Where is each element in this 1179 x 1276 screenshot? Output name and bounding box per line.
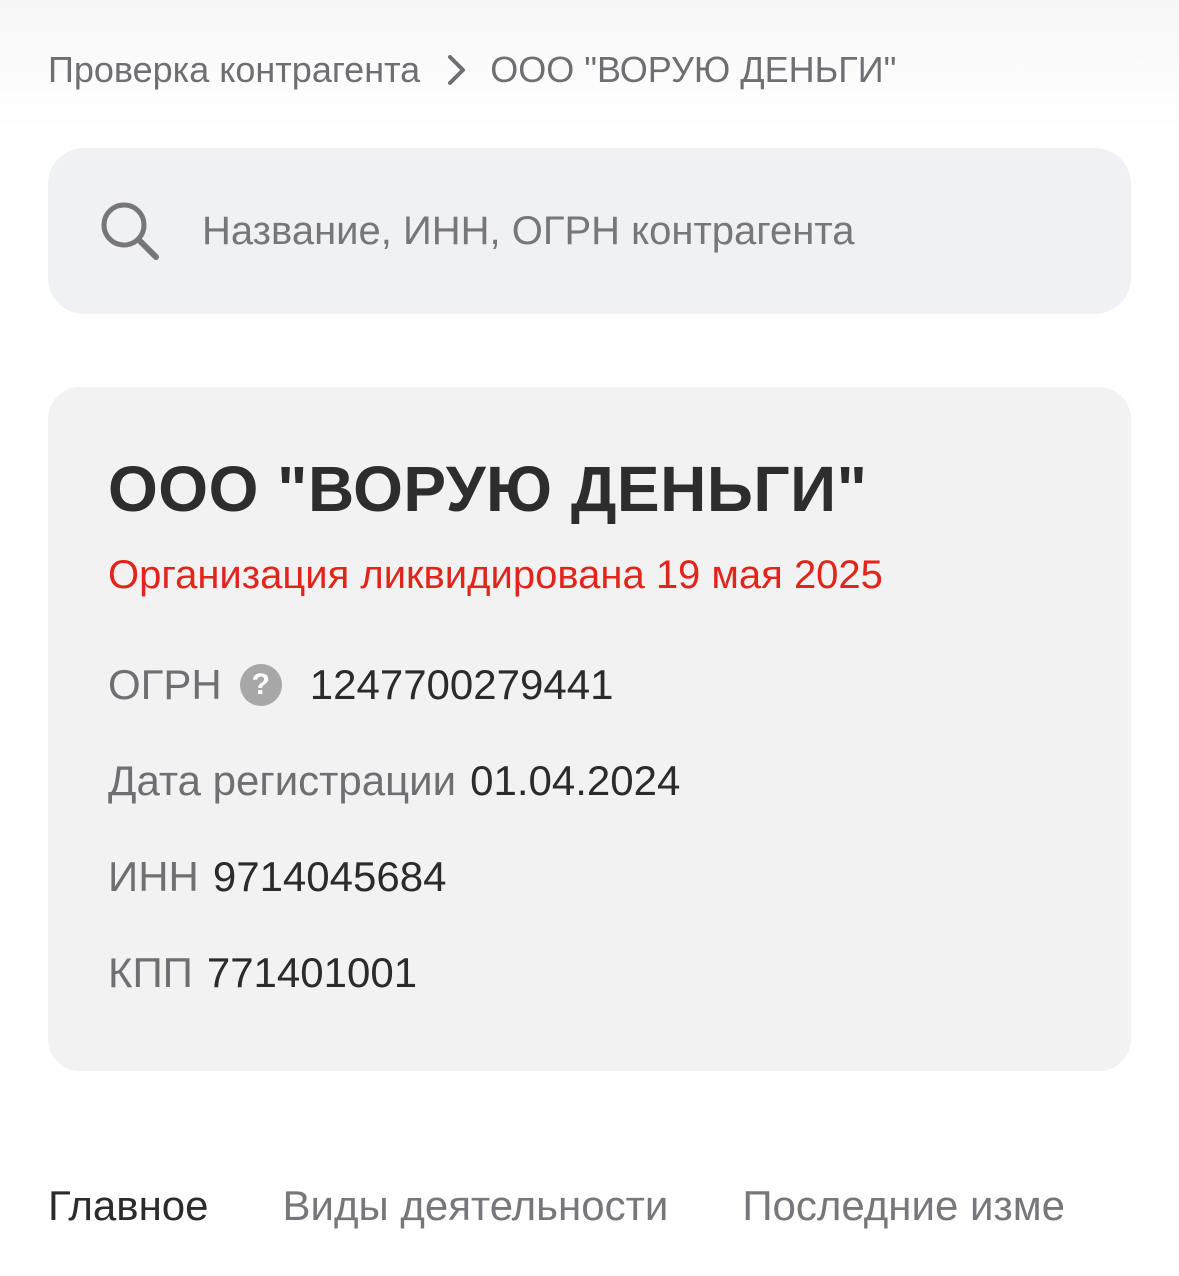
tab-bar: Главное Виды деятельности Последние изме [48,1176,1179,1236]
company-card: ООО "ВОРУЮ ДЕНЬГИ" Организация ликвидиро… [48,387,1131,1071]
chevron-right-icon [446,53,468,87]
inn-label: ИНН [108,853,199,900]
help-icon[interactable]: ? [239,664,282,706]
liquidation-status: Организация ликвидирована 19 мая 2025 [108,553,883,597]
tab-activities[interactable]: Виды деятельности [282,1182,668,1230]
inn-value: 9714045684 [212,853,447,900]
company-name: ООО "ВОРУЮ ДЕНЬГИ" [108,453,868,525]
search-bar[interactable] [48,148,1131,314]
page: Проверка контрагента ООО "ВОРУЮ ДЕНЬГИ" … [0,0,1179,1276]
registration-date-row: Дата регистрации 01.04.2024 [108,757,680,805]
breadcrumb-link-check-counterparty[interactable]: Проверка контрагента [48,49,420,91]
breadcrumb-current: ООО "ВОРУЮ ДЕНЬГИ" [490,49,897,90]
registration-date-label: Дата регистрации [108,757,457,804]
ogrn-value: 1247700279441 [309,661,614,708]
tab-main[interactable]: Главное [48,1182,208,1230]
ogrn-row: ОГРН ? 1247700279441 [108,661,613,709]
inn-row: ИНН 9714045684 [108,853,446,901]
tab-recent-changes[interactable]: Последние изме [742,1182,1065,1230]
kpp-value: 771401001 [206,949,418,996]
search-icon [98,199,162,263]
ogrn-label: ОГРН [108,661,222,708]
registration-date-value: 01.04.2024 [470,757,681,804]
kpp-label: КПП [108,949,193,996]
breadcrumb: Проверка контрагента ООО "ВОРУЮ ДЕНЬГИ" [48,44,896,96]
search-input[interactable] [202,191,1102,271]
kpp-row: КПП 771401001 [108,949,417,997]
